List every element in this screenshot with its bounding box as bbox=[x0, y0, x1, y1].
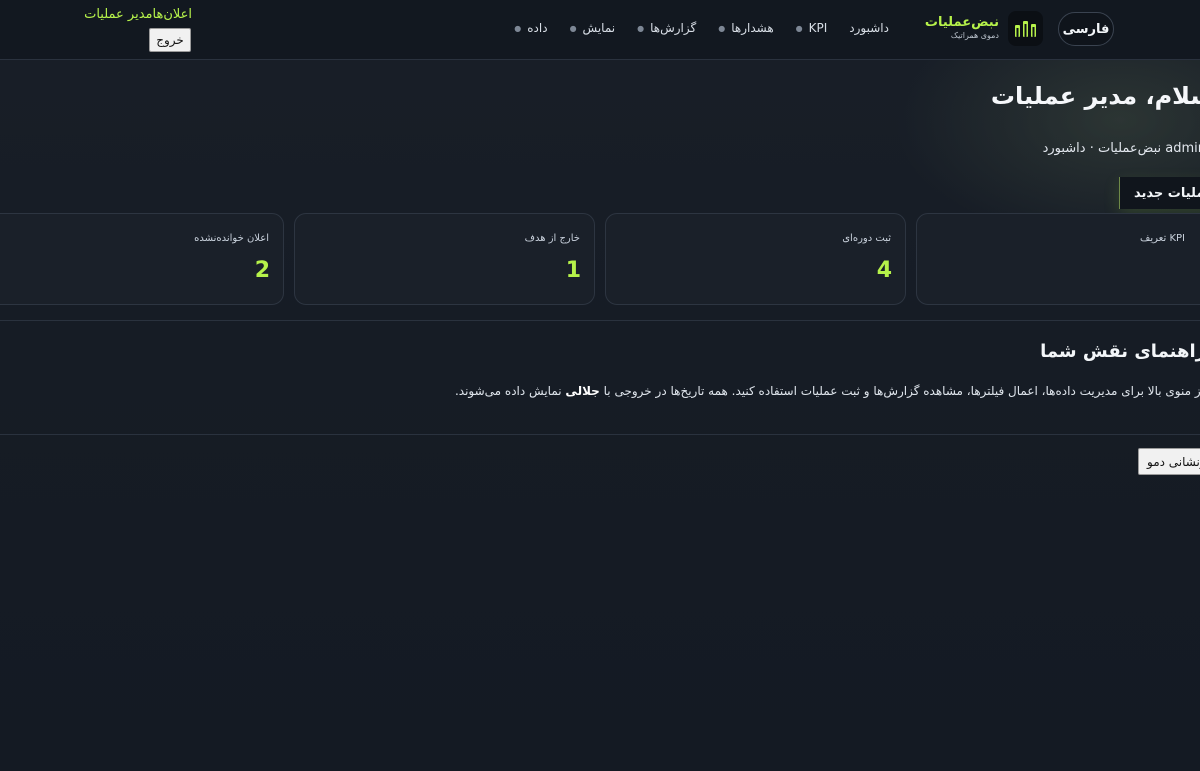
stat-label: ثبت دوره‌ای bbox=[842, 233, 891, 244]
role-guide-text: از منوی بالا برای مدیریت داده‌ها، اعمال … bbox=[455, 384, 1200, 398]
dropdown-dot-icon: ● bbox=[637, 23, 645, 33]
top-navbar: فارسی نبض‌عملیات دموی همراتیک داشبورد KP… bbox=[0, 0, 1200, 60]
brand-subtitle: دموی همراتیک bbox=[950, 31, 999, 40]
dropdown-dot-icon: ● bbox=[795, 23, 803, 33]
nav-label: KPI bbox=[808, 21, 828, 35]
stat-card-periodic: ثبت دوره‌ای 4 bbox=[605, 213, 906, 305]
stat-label: اعلان خوانده‌نشده bbox=[194, 233, 269, 244]
nav-item-reports[interactable]: گزارش‌ها ● bbox=[637, 21, 696, 35]
nav-label: گزارش‌ها bbox=[650, 21, 697, 35]
nav-item-display[interactable]: نمایش ● bbox=[570, 21, 616, 35]
stat-card-off-target: خارج از هدف 1 bbox=[294, 213, 595, 305]
nav-label: هشدارها bbox=[731, 21, 774, 35]
stat-card-unread-notifications: اعلان خوانده‌نشده 2 bbox=[0, 213, 284, 305]
page-background bbox=[0, 60, 1200, 771]
nav-label: داده bbox=[527, 21, 548, 35]
dropdown-dot-icon: ● bbox=[514, 23, 522, 33]
nav-item-kpi[interactable]: KPI ● bbox=[796, 21, 828, 35]
nav-label: داشبورد bbox=[849, 21, 889, 35]
dropdown-dot-icon: ● bbox=[718, 23, 726, 33]
main-nav: داشبورد KPI ● هشدارها ● گزارش‌ها ● نمایش ● د… bbox=[514, 21, 889, 35]
nav-label: نمایش bbox=[582, 21, 616, 35]
divider bbox=[0, 320, 1200, 321]
language-toggle-button[interactable]: فارسی bbox=[1058, 12, 1114, 46]
stat-value: 4 bbox=[876, 258, 892, 283]
breadcrumb: نبض‌عملیات · داشبورد admin bbox=[1042, 141, 1200, 156]
guide-text-part: نمایش داده می‌شوند. bbox=[454, 384, 566, 398]
divider bbox=[0, 434, 1200, 435]
page-title: سلام، مدیر عملیات bbox=[990, 82, 1200, 110]
reset-demo-button[interactable]: بازنشانی دمو bbox=[1138, 448, 1200, 475]
guide-text-part: از منوی بالا برای مدیریت داده‌ها، اعمال … bbox=[599, 384, 1200, 398]
logout-button[interactable]: خروج bbox=[149, 28, 191, 52]
brand-logo[interactable] bbox=[1008, 11, 1043, 46]
role-guide-title: راهنمای نقش شما bbox=[1040, 341, 1200, 362]
stat-card-kpi: تعریف KPI 4 bbox=[916, 213, 1200, 305]
notifications-user-link[interactable]: اعلان‌هامدیر عملیات bbox=[84, 7, 192, 22]
guide-text-emphasis: جلالی bbox=[565, 384, 600, 398]
nav-item-data[interactable]: داده ● bbox=[514, 21, 547, 35]
nav-item-dashboard[interactable]: داشبورد bbox=[849, 21, 889, 35]
bars-chart-logo-icon bbox=[1014, 20, 1036, 37]
stat-value: 2 bbox=[254, 258, 270, 283]
stat-label: تعریف KPI bbox=[1140, 233, 1185, 244]
new-operation-button[interactable]: عملیات جدید bbox=[1119, 177, 1200, 209]
brand-name[interactable]: نبض‌عملیات bbox=[925, 15, 999, 30]
stat-label: خارج از هدف bbox=[524, 233, 580, 244]
dropdown-dot-icon: ● bbox=[569, 23, 577, 33]
stat-value: 1 bbox=[565, 258, 581, 283]
nav-item-alerts[interactable]: هشدارها ● bbox=[718, 21, 773, 35]
